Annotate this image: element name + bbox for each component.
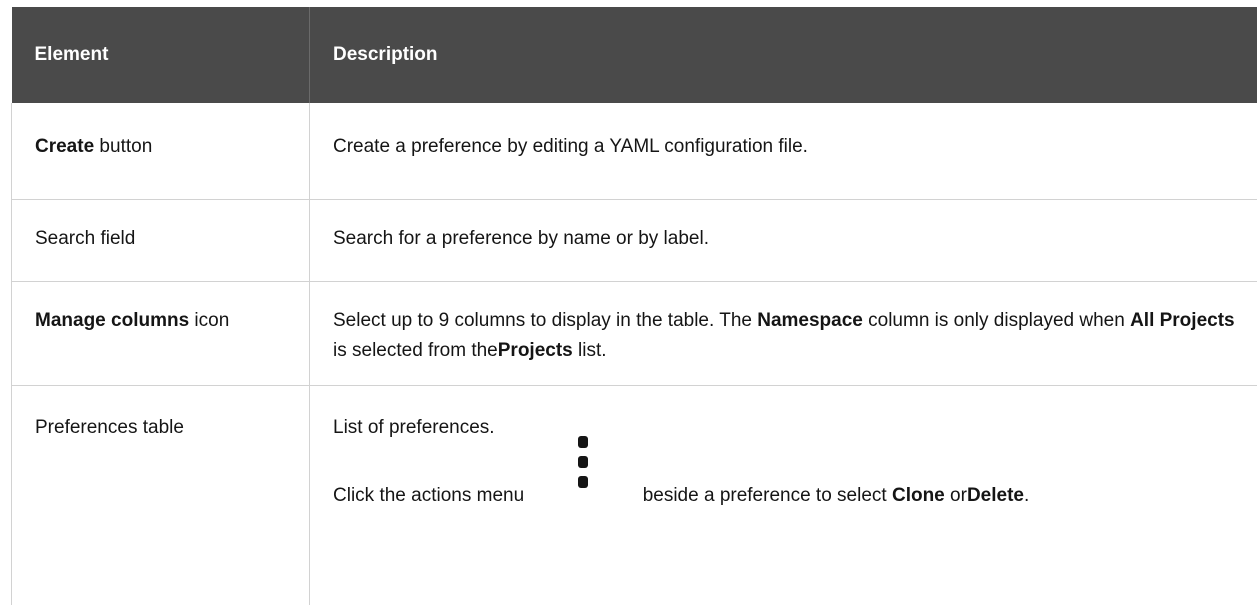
desc-text: beside a preference to select [637, 485, 892, 506]
table-row: Manage columns icon Select up to 9 colum… [12, 281, 1257, 385]
desc-strong: Clone [892, 485, 945, 506]
desc-text: is selected from the [333, 340, 498, 361]
element-rest: icon [189, 310, 229, 331]
header-element: Element [12, 7, 310, 103]
desc-text: . [1024, 485, 1029, 506]
desc-line-2: Click the actions menu beside a preferen… [333, 481, 1246, 511]
desc-strong: Projects [498, 340, 573, 361]
element-strong: Create [35, 136, 94, 157]
desc-text: Select up to 9 columns to display in the… [333, 310, 757, 331]
cell-element: Manage columns icon [12, 281, 310, 385]
cell-description: List of preferences. Click the actions m… [310, 385, 1257, 605]
desc-strong: All Projects [1130, 310, 1235, 331]
kebab-menu-icon [529, 481, 637, 511]
desc-text: column is only displayed when [863, 310, 1130, 331]
table-header-row: Element Description [12, 7, 1257, 103]
cell-description: Select up to 9 columns to display in the… [310, 281, 1257, 385]
cell-description: Search for a preference by name or by la… [310, 199, 1257, 281]
header-description: Description [310, 7, 1257, 103]
desc-text: or [945, 485, 967, 506]
cell-element: Search field [12, 199, 310, 281]
elements-table: Element Description Create button Create… [11, 7, 1257, 605]
cell-element: Create button [12, 103, 310, 199]
desc-strong: Namespace [757, 310, 863, 331]
desc-text: list. [573, 340, 607, 361]
table-row: Create button Create a preference by edi… [12, 103, 1257, 199]
desc-line-1: List of preferences. [333, 413, 1246, 443]
element-rest: button [94, 136, 152, 157]
element-rest: Preferences table [35, 417, 184, 438]
element-strong: Manage columns [35, 310, 189, 331]
desc-strong: Delete [967, 485, 1024, 506]
cell-element: Preferences table [12, 385, 310, 605]
desc-text: Click the actions menu [333, 485, 529, 506]
cell-description: Create a preference by editing a YAML co… [310, 103, 1257, 199]
table-row: Preferences table List of preferences. C… [12, 385, 1257, 605]
element-rest: Search field [35, 228, 135, 249]
table-row: Search field Search for a preference by … [12, 199, 1257, 281]
